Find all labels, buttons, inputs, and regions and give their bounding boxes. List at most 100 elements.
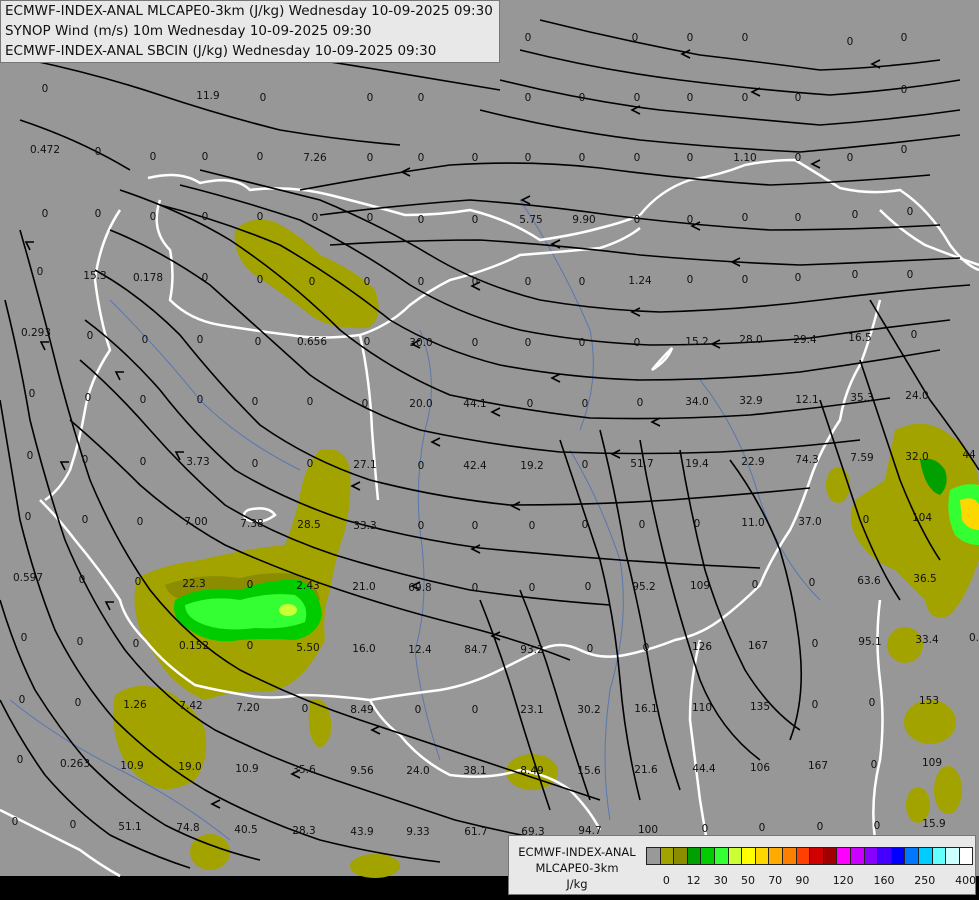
map-value-label: 0 bbox=[364, 336, 371, 348]
map-value-label: 0 bbox=[255, 336, 262, 348]
map-value-label: 37.0 bbox=[798, 516, 821, 528]
map-value-label: 15.3 bbox=[83, 270, 106, 282]
legend-swatch bbox=[686, 847, 702, 865]
map-value-label: 36.5 bbox=[913, 573, 936, 585]
map-value-label: 0 bbox=[687, 152, 694, 164]
legend-swatch bbox=[863, 847, 879, 865]
map-value-label: 167 bbox=[808, 760, 828, 772]
map-value-label: 0 bbox=[367, 92, 374, 104]
map-value-label: 10.9 bbox=[120, 760, 143, 772]
map-value-label: 8.49 bbox=[520, 765, 543, 777]
map-value-label: 0 bbox=[525, 92, 532, 104]
map-value-label: 44 bbox=[962, 449, 976, 461]
map-value-label: 27.1 bbox=[353, 459, 376, 471]
map-value-label: 0 bbox=[309, 276, 316, 288]
map-value-label: 74.8 bbox=[176, 822, 199, 834]
map-value-label: 0 bbox=[634, 337, 641, 349]
map-value-label: 0 bbox=[150, 151, 157, 163]
map-value-label: 0 bbox=[579, 92, 586, 104]
map-value-label: 69.8 bbox=[408, 582, 431, 594]
legend-unit: J/kg bbox=[566, 877, 588, 891]
map-value-label: 0 bbox=[869, 697, 876, 709]
map-value-label: 0 bbox=[247, 579, 254, 591]
map-value-label: 22.9 bbox=[741, 456, 764, 468]
map-value-label: 0 bbox=[871, 759, 878, 771]
map-value-label: 0.656 bbox=[297, 336, 327, 348]
map-value-label: 0 bbox=[742, 32, 749, 44]
map-value-label: 16.5 bbox=[848, 332, 871, 344]
color-legend: ECMWF-INDEX-ANAL MLCAPE0-3km J/kg 0 12 30 5… bbox=[508, 835, 976, 895]
legend-swatch bbox=[850, 847, 865, 865]
map-value-label: 0 bbox=[202, 272, 209, 284]
map-value-label: 0 bbox=[634, 214, 641, 226]
map-value-label: 5.75 bbox=[519, 214, 542, 226]
legend-tick: 50 bbox=[741, 874, 755, 887]
map-value-label: 0 bbox=[742, 212, 749, 224]
legend-tick: 400 bbox=[955, 874, 977, 887]
map-value-label: 0 bbox=[817, 821, 824, 833]
map-value-label: 0 bbox=[587, 643, 594, 655]
map-value-label: 19.2 bbox=[520, 460, 543, 472]
map-value-label: 0 bbox=[472, 582, 479, 594]
map-value-label: 19.4 bbox=[685, 458, 709, 470]
map-value-label: 1.26 bbox=[123, 699, 147, 711]
map-value-label: 0 bbox=[472, 276, 479, 288]
map-value-label: 7.26 bbox=[303, 152, 327, 164]
map-value-label: 0 bbox=[37, 266, 44, 278]
cape-area-yellow-spot bbox=[279, 604, 297, 616]
map-value-label: 0 bbox=[759, 822, 766, 834]
map-value-label: 16.0 bbox=[352, 643, 375, 655]
map-value-label: 0 bbox=[140, 394, 147, 406]
map-value-label: 0 bbox=[17, 754, 24, 766]
map-value-label: 0 bbox=[525, 152, 532, 164]
map-value-label: 0 bbox=[634, 92, 641, 104]
legend-swatch bbox=[836, 847, 851, 865]
map-value-label: 32.9 bbox=[739, 395, 762, 407]
map-value-label: 0 bbox=[197, 334, 204, 346]
map-value-label: 0 bbox=[27, 450, 34, 462]
map-value-label: 0.263 bbox=[60, 758, 90, 770]
map-value-label: 95.2 bbox=[632, 581, 655, 593]
map-value-label: 0 bbox=[582, 398, 589, 410]
map-value-label: 0 bbox=[901, 84, 908, 96]
map-value-label: 0 bbox=[202, 151, 209, 163]
legend-swatch bbox=[931, 847, 947, 865]
map-value-label: 0 bbox=[812, 699, 819, 711]
header-line-cape: ECMWF-INDEX-ANAL MLCAPE0-3km (J/kg) Wedn… bbox=[5, 3, 493, 19]
map-value-label: 0 bbox=[637, 397, 644, 409]
map-value-label: 0 bbox=[82, 514, 89, 526]
map-value-label: 0 bbox=[415, 704, 422, 716]
map-value-label: 0 bbox=[257, 274, 264, 286]
map-value-label: 93.2 bbox=[520, 644, 543, 656]
map-value-label: 0 bbox=[150, 211, 157, 223]
map-value-label: 0 bbox=[847, 152, 854, 164]
map-value-label: 0 bbox=[75, 697, 82, 709]
map-value-label: 0 bbox=[21, 632, 28, 644]
map-value-label: 3.73 bbox=[186, 456, 209, 468]
map-value-label: 0 bbox=[42, 208, 49, 220]
map-value-label: 0 bbox=[135, 576, 142, 588]
map-value-label: 0.472 bbox=[30, 144, 60, 156]
map-value-label: 0 bbox=[137, 516, 144, 528]
header-line-cin: ECMWF-INDEX-ANAL SBCIN (J/kg) Wednesday … bbox=[5, 43, 437, 59]
map-value-label: 0 bbox=[19, 694, 26, 706]
map-value-label: 0 bbox=[418, 520, 425, 532]
map-value-label: 0 bbox=[582, 519, 589, 531]
map-value-label: 0 bbox=[252, 458, 259, 470]
map-value-label: 5.50 bbox=[296, 642, 319, 654]
map-value-label: 23.1 bbox=[520, 704, 543, 716]
map-value-label: 1.24 bbox=[628, 275, 652, 287]
map-value-label: 0.152 bbox=[179, 640, 209, 652]
legend-tick: 120 bbox=[832, 874, 854, 887]
map-value-label: 0 bbox=[307, 458, 314, 470]
legend-swatch bbox=[918, 847, 933, 865]
map-value-label: 0 bbox=[472, 337, 479, 349]
map-value-label: 0.293 bbox=[21, 327, 51, 339]
map-value-label: 44.1 bbox=[463, 398, 486, 410]
map-value-label: 0 bbox=[795, 92, 802, 104]
map-value-label: 0 bbox=[812, 638, 819, 650]
map-value-label: 0 bbox=[742, 274, 749, 286]
legend-title: ECMWF-INDEX-ANAL MLCAPE0-3km J/kg bbox=[513, 844, 641, 892]
legend-swatch bbox=[945, 847, 960, 865]
legend-swatch bbox=[714, 847, 729, 865]
